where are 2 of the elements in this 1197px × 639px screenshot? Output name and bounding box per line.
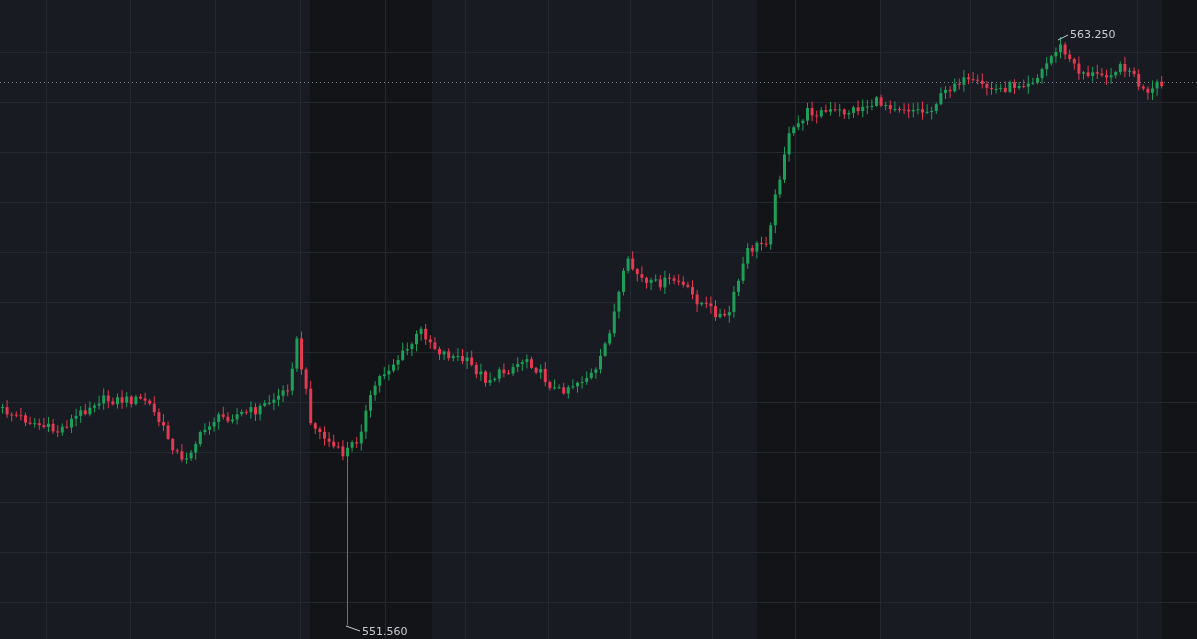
high-price-label: 563.250 (1070, 28, 1116, 41)
low-price-label: 551.560 (362, 625, 408, 638)
